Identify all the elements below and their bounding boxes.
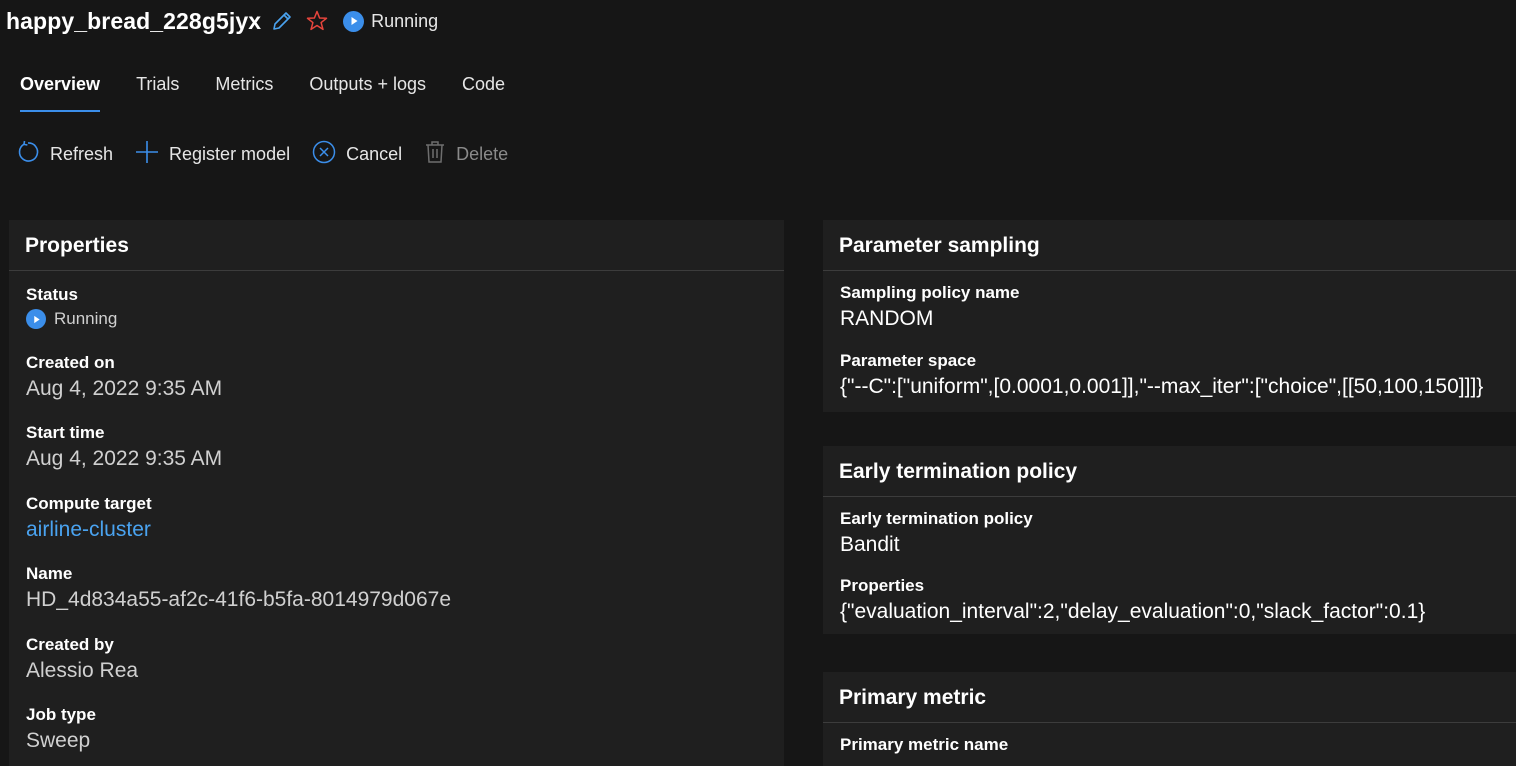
cancel-label: Cancel <box>346 143 403 164</box>
early-termination-policy-field: Early termination policy Bandit <box>823 509 1516 557</box>
primary-metric-card: Primary metric Primary metric name <box>823 672 1516 766</box>
status-value-wrap: Running <box>26 309 784 329</box>
early-termination-properties-label: Properties <box>840 576 925 595</box>
refresh-label: Refresh <box>50 143 114 164</box>
created-by-label: Created by <box>26 635 114 654</box>
sampling-policy-label: Sampling policy name <box>840 283 1020 302</box>
start-time-label: Start time <box>26 423 105 442</box>
play-circle-icon <box>26 309 46 329</box>
early-termination-policy-value: Bandit <box>840 533 900 556</box>
job-header: happy_bread_228g5jyx Running <box>6 4 438 38</box>
created-by-value: Alessio Rea <box>26 659 139 682</box>
sampling-policy-field: Sampling policy name RANDOM <box>823 283 1516 331</box>
parameter-sampling-card: Parameter sampling Sampling policy name … <box>823 220 1516 412</box>
status-field: Status Running <box>9 285 784 329</box>
compute-target-label: Compute target <box>26 494 152 513</box>
primary-metric-name-label: Primary metric name <box>840 735 1009 754</box>
star-icon[interactable] <box>305 9 329 33</box>
parameter-space-value: {"--C":["uniform",[0.0001,0.001]],"--max… <box>840 375 1484 398</box>
properties-card: Properties Status Running Created on Aug… <box>9 220 784 766</box>
parameter-space-field: Parameter space {"--C":["uniform",[0.000… <box>823 351 1516 399</box>
parameter-space-label: Parameter space <box>840 351 977 370</box>
status-value: Running <box>54 309 118 328</box>
tab-metrics[interactable]: Metrics <box>197 62 291 106</box>
tab-outputs-logs[interactable]: Outputs + logs <box>291 62 444 106</box>
tab-trials[interactable]: Trials <box>118 62 197 106</box>
tab-bar: Overview Trials Metrics Outputs + logs C… <box>0 62 523 114</box>
register-model-button[interactable]: Register model <box>135 140 290 169</box>
refresh-button[interactable]: Refresh <box>16 140 113 169</box>
early-termination-policy-label: Early termination policy <box>840 509 1033 528</box>
cancel-circle-icon <box>312 140 336 169</box>
early-termination-properties-field: Properties {"evaluation_interval":2,"del… <box>823 576 1516 624</box>
early-termination-card: Early termination policy Early terminati… <box>823 446 1516 634</box>
status-text: Running <box>371 10 439 31</box>
tab-code[interactable]: Code <box>444 62 523 106</box>
job-type-value: Sweep <box>26 729 91 752</box>
early-termination-properties-value: {"evaluation_interval":2,"delay_evaluati… <box>840 600 1426 623</box>
status-badge: Running <box>343 10 439 32</box>
delete-button[interactable]: Delete <box>424 140 508 169</box>
pencil-icon[interactable] <box>271 10 293 32</box>
created-on-value: Aug 4, 2022 9:35 AM <box>26 377 223 400</box>
job-title: happy_bread_228g5jyx <box>6 7 262 34</box>
command-bar: Refresh Register model Cancel Delete <box>16 138 530 170</box>
compute-target-link[interactable]: airline-cluster <box>26 518 784 542</box>
start-time-value: Aug 4, 2022 9:35 AM <box>26 447 223 470</box>
created-by-field: Created by Alessio Rea <box>9 635 784 683</box>
job-type-field: Job type Sweep <box>9 705 784 753</box>
name-value: HD_4d834a55-af2c-41f6-b5fa-8014979d067e <box>26 588 452 611</box>
primary-metric-title: Primary metric <box>823 672 1516 723</box>
delete-label: Delete <box>456 143 509 164</box>
created-on-field: Created on Aug 4, 2022 9:35 AM <box>9 353 784 401</box>
job-type-label: Job type <box>26 705 96 724</box>
play-circle-icon <box>343 10 365 32</box>
name-field: Name HD_4d834a55-af2c-41f6-b5fa-8014979d… <box>9 564 784 612</box>
sampling-policy-value: RANDOM <box>840 307 934 330</box>
tab-overview[interactable]: Overview <box>0 62 118 112</box>
primary-metric-name-field: Primary metric name <box>823 735 1516 755</box>
plus-icon <box>135 140 159 169</box>
properties-title: Properties <box>9 220 784 271</box>
status-label: Status <box>26 285 78 304</box>
trash-icon <box>424 140 446 169</box>
early-termination-title: Early termination policy <box>823 446 1516 497</box>
created-on-label: Created on <box>26 353 115 372</box>
name-label: Name <box>26 564 73 583</box>
start-time-field: Start time Aug 4, 2022 9:35 AM <box>9 423 784 471</box>
parameter-sampling-title: Parameter sampling <box>823 220 1516 271</box>
register-model-label: Register model <box>169 143 291 164</box>
refresh-icon <box>16 140 40 169</box>
cancel-button[interactable]: Cancel <box>312 140 402 169</box>
compute-target-field: Compute target airline-cluster <box>9 494 784 542</box>
